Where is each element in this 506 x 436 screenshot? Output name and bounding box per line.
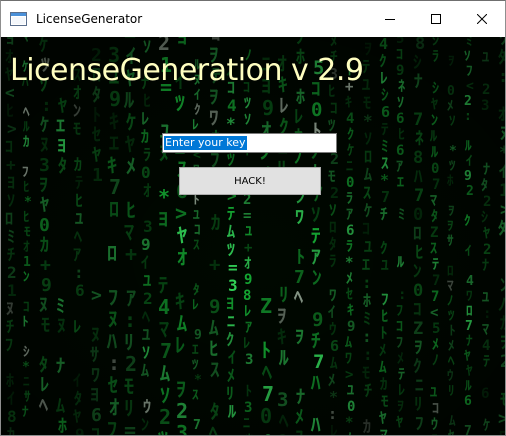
minimize-icon [385, 14, 395, 24]
form-client-area: ﾖｵﾔ<ﾋ>ｺ+ﾖｿﾛﾐﾁ21ﾇﾁﾌﾎｲ8ｶﾏｹﾊﾍﾙｶﾌﾋ*ﾋﾓｵ1ﾝｺﾄｼ*… [1, 37, 505, 435]
headline-title: LicenseGeneration v 2.9 [10, 53, 364, 88]
hack-button[interactable]: HACK! [179, 167, 321, 195]
close-button[interactable] [459, 1, 505, 37]
matrix-rain-background: ﾖｵﾔ<ﾋ>ｺ+ﾖｿﾛﾐﾁ21ﾇﾁﾌﾎｲ8ｶﾏｹﾊﾍﾙｶﾌﾋ*ﾋﾓｵ1ﾝｺﾄｼ*… [1, 37, 505, 435]
license-key-input[interactable] [162, 133, 337, 153]
close-icon [477, 14, 487, 24]
maximize-icon [431, 14, 441, 24]
window-title: LicenseGenerator [36, 12, 143, 26]
window-controls [367, 1, 505, 37]
minimize-button[interactable] [367, 1, 413, 37]
app-window-icon [10, 11, 28, 27]
maximize-button[interactable] [413, 1, 459, 37]
title-bar[interactable]: LicenseGenerator [1, 1, 505, 37]
application-window: LicenseGenerator LicenseGeneration v 2.9… [0, 0, 506, 436]
